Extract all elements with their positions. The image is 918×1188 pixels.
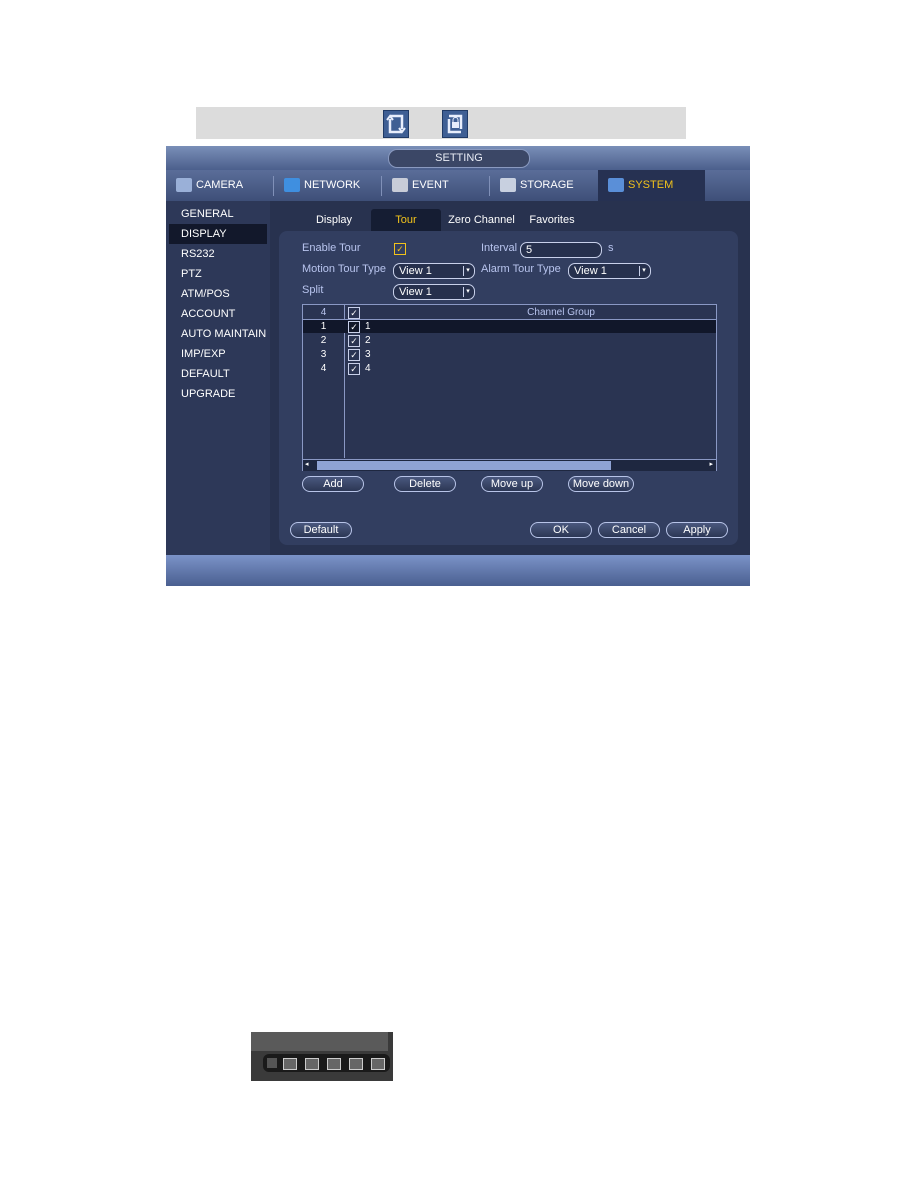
network-icon bbox=[284, 178, 300, 192]
enable-tour-label: Enable Tour bbox=[302, 242, 361, 254]
chevron-down-icon: ▾ bbox=[463, 287, 472, 297]
header-channel-group: Channel Group bbox=[527, 307, 595, 318]
table-header: 4 ✓ Channel Group bbox=[303, 306, 716, 320]
split-16-icon[interactable] bbox=[349, 1058, 363, 1070]
row-checkbox[interactable]: ✓ bbox=[348, 321, 360, 333]
row-group: 1 bbox=[365, 321, 371, 332]
tab-system[interactable]: SYSTEM bbox=[598, 170, 705, 201]
main-tab-bar: CAMERA NETWORK EVENT STORAGE SYSTEM bbox=[166, 170, 750, 201]
split-9-icon[interactable] bbox=[327, 1058, 341, 1070]
select-value: View 1 bbox=[399, 286, 432, 298]
split-toolbar-image bbox=[251, 1032, 393, 1081]
sidebar-item-atm-pos[interactable]: ATM/POS bbox=[169, 284, 267, 304]
subtab-favorites[interactable]: Favorites bbox=[524, 209, 580, 231]
sidebar-item-general[interactable]: GENERAL bbox=[169, 204, 267, 224]
interval-unit: s bbox=[608, 242, 614, 254]
alarm-tour-type-label: Alarm Tour Type bbox=[481, 263, 561, 275]
move-up-button[interactable]: Move up bbox=[481, 476, 543, 492]
subtab-zero-channel[interactable]: Zero Channel bbox=[444, 209, 519, 231]
add-button[interactable]: Add bbox=[302, 476, 364, 492]
cancel-button[interactable]: Cancel bbox=[598, 522, 660, 538]
settings-window: SETTING CAMERA NETWORK EVENT STORAGE SYS… bbox=[166, 146, 750, 586]
sidebar-item-default[interactable]: DEFAULT bbox=[169, 364, 267, 384]
row-index: 1 bbox=[320, 321, 327, 332]
scrollbar-thumb[interactable] bbox=[317, 461, 611, 470]
tab-label: NETWORK bbox=[304, 179, 361, 191]
sidebar-item-ptz[interactable]: PTZ bbox=[169, 264, 267, 284]
interval-input[interactable]: 5 bbox=[520, 242, 602, 258]
icon-bar bbox=[196, 107, 686, 139]
default-button[interactable]: Default bbox=[290, 522, 352, 538]
tab-label: CAMERA bbox=[196, 179, 244, 191]
window-title: SETTING bbox=[388, 149, 530, 168]
table-row[interactable]: 1 ✓ 1 bbox=[303, 320, 716, 333]
subtab-display[interactable]: Display bbox=[306, 209, 362, 231]
interval-label: Interval bbox=[481, 242, 518, 254]
select-value: View 1 bbox=[399, 265, 432, 277]
row-group: 2 bbox=[365, 335, 371, 346]
bottom-bar bbox=[166, 555, 750, 586]
title-bar: SETTING bbox=[166, 146, 750, 170]
tour-icon bbox=[383, 110, 409, 138]
split-custom-icon[interactable] bbox=[371, 1058, 385, 1070]
tab-label: SYSTEM bbox=[628, 179, 674, 191]
tour-lock-icon bbox=[442, 110, 468, 138]
row-index: 3 bbox=[320, 349, 327, 360]
storage-icon bbox=[500, 178, 516, 192]
sidebar-item-rs232[interactable]: RS232 bbox=[169, 244, 267, 264]
motion-tour-type-label: Motion Tour Type bbox=[302, 263, 386, 275]
apply-button[interactable]: Apply bbox=[666, 522, 728, 538]
sidebar-item-auto-maintain[interactable]: AUTO MAINTAIN bbox=[169, 324, 267, 344]
header-count: 4 bbox=[320, 307, 327, 318]
tab-label: EVENT bbox=[412, 179, 449, 191]
chevron-down-icon: ▾ bbox=[639, 266, 648, 276]
table-row[interactable]: 2 ✓ 2 bbox=[303, 334, 716, 347]
row-index: 2 bbox=[320, 335, 327, 346]
move-down-button[interactable]: Move down bbox=[568, 476, 634, 492]
scroll-left-icon[interactable]: ◂ bbox=[305, 460, 309, 468]
sidebar-item-display[interactable]: DISPLAY bbox=[169, 224, 267, 244]
split-1-icon[interactable] bbox=[267, 1058, 277, 1068]
system-icon bbox=[608, 178, 624, 192]
split-toolbar bbox=[263, 1054, 390, 1072]
tab-label: STORAGE bbox=[520, 179, 574, 191]
chevron-down-icon: ▾ bbox=[463, 266, 472, 276]
ok-button[interactable]: OK bbox=[530, 522, 592, 538]
sidebar-item-imp-exp[interactable]: IMP/EXP bbox=[169, 344, 267, 364]
event-icon bbox=[392, 178, 408, 192]
split-label: Split bbox=[302, 284, 324, 296]
subtab-tour[interactable]: Tour bbox=[371, 209, 441, 231]
select-value: View 1 bbox=[574, 265, 607, 277]
delete-button[interactable]: Delete bbox=[394, 476, 456, 492]
camera-icon bbox=[176, 178, 192, 192]
sidebar: GENERAL DISPLAY RS232 PTZ ATM/POS ACCOUN… bbox=[166, 201, 270, 555]
enable-tour-checkbox[interactable]: ✓ bbox=[394, 243, 406, 255]
row-group: 4 bbox=[365, 363, 371, 374]
alarm-tour-type-select[interactable]: View 1 ▾ bbox=[568, 263, 651, 279]
horizontal-scrollbar[interactable]: ◂ ▸ bbox=[303, 459, 716, 471]
scroll-right-icon[interactable]: ▸ bbox=[709, 460, 713, 468]
row-index: 4 bbox=[320, 363, 327, 374]
split-8-icon[interactable] bbox=[305, 1058, 319, 1070]
table-row[interactable]: 4 ✓ 4 bbox=[303, 362, 716, 375]
motion-tour-type-select[interactable]: View 1 ▾ bbox=[393, 263, 475, 279]
channel-group-table: 4 ✓ Channel Group 1 ✓ 1 2 ✓ 2 3 ✓ 3 4 ✓ 4 ◂ ▸ bbox=[302, 304, 717, 471]
sidebar-item-upgrade[interactable]: UPGRADE bbox=[169, 384, 267, 404]
row-checkbox[interactable]: ✓ bbox=[348, 349, 360, 361]
split-4-icon[interactable] bbox=[283, 1058, 297, 1070]
sidebar-item-account[interactable]: ACCOUNT bbox=[169, 304, 267, 324]
row-group: 3 bbox=[365, 349, 371, 360]
table-row[interactable]: 3 ✓ 3 bbox=[303, 348, 716, 361]
row-checkbox[interactable]: ✓ bbox=[348, 363, 360, 375]
row-checkbox[interactable]: ✓ bbox=[348, 335, 360, 347]
split-select[interactable]: View 1 ▾ bbox=[393, 284, 475, 300]
